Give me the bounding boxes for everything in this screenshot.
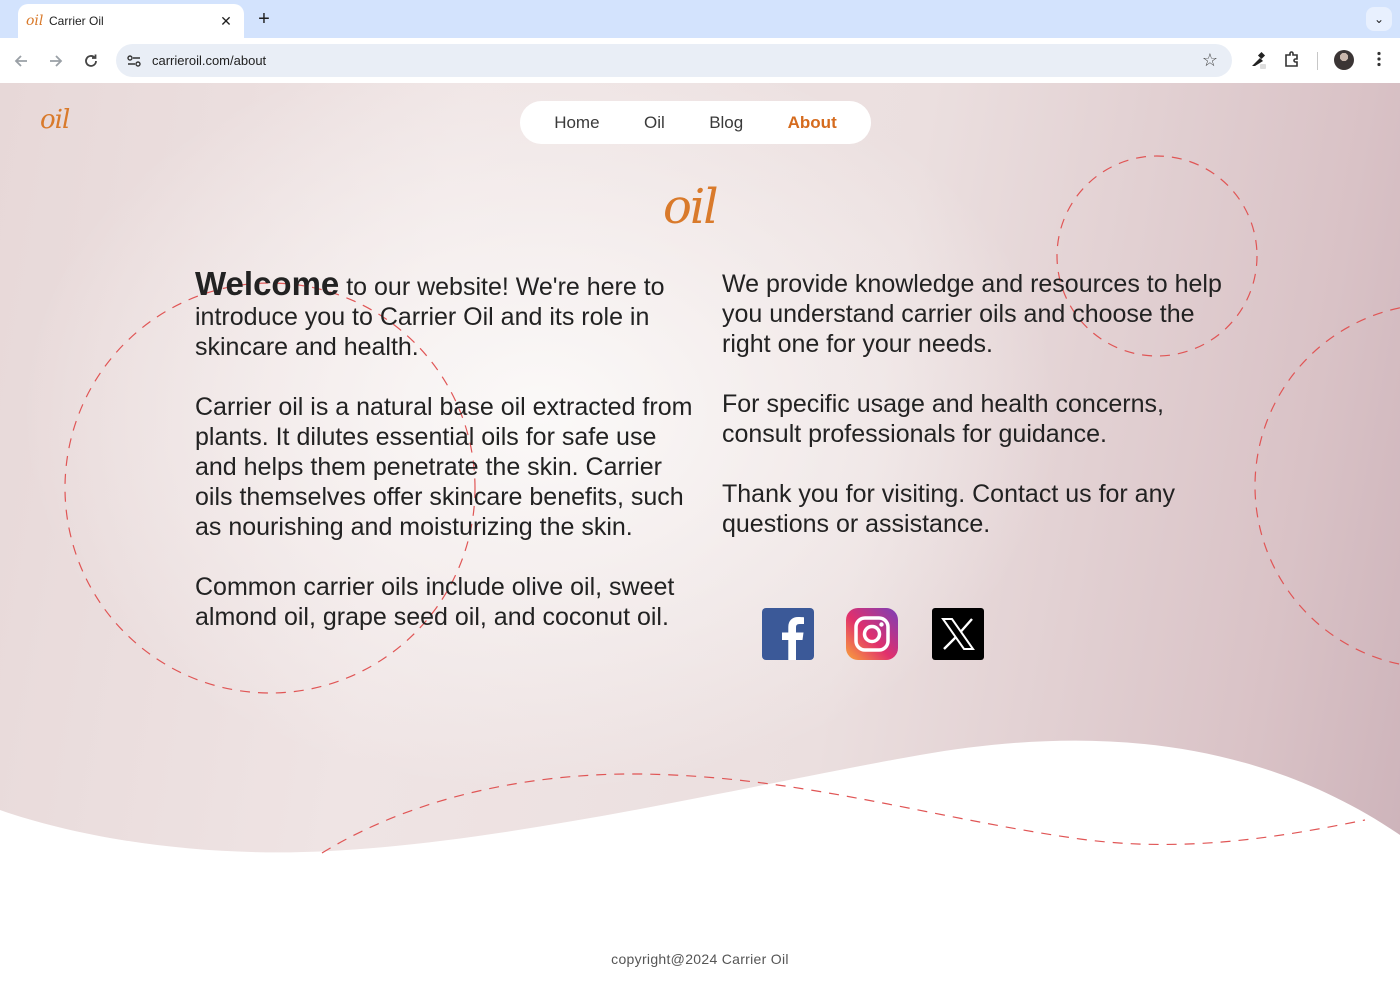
nav-blog[interactable]: Blog (709, 113, 743, 133)
site-info-icon[interactable] (122, 49, 146, 73)
url-text[interactable]: carrieroil.com/about (152, 53, 266, 68)
common-oils-paragraph: Common carrier oils include olive oil, s… (195, 573, 675, 631)
facebook-icon[interactable] (762, 608, 814, 660)
profile-avatar[interactable] (1334, 50, 1354, 70)
carrier-oil-definition: Carrier oil is a natural base oil extrac… (195, 393, 693, 541)
paint-extension-icon[interactable] (1248, 50, 1268, 75)
thanks-paragraph: Thank you for visiting. Contact us for a… (722, 480, 1175, 538)
extensions-puzzle-icon[interactable] (1283, 50, 1301, 73)
tab-search-chevron-icon[interactable]: ⌄ (1366, 7, 1392, 31)
intro-paragraph: Welcome to our website! We're here to in… (195, 267, 700, 362)
nav-home[interactable]: Home (554, 113, 599, 133)
bookmark-star-icon[interactable]: ☆ (1202, 50, 1218, 71)
footer-copyright: copyright@2024 Carrier Oil (611, 951, 789, 967)
address-bar[interactable]: carrieroil.com/about ☆ (116, 44, 1232, 77)
browser-tabbar: oil Carrier Oil ✕ + ⌄ (0, 0, 1400, 38)
new-tab-icon[interactable]: + (254, 8, 274, 30)
consult-paragraph: For specific usage and health concerns, … (722, 390, 1164, 448)
site-logo-small[interactable]: oil (40, 105, 70, 135)
forward-arrow-icon[interactable] (45, 50, 67, 72)
toolbar-separator (1317, 52, 1318, 70)
close-tab-icon[interactable]: ✕ (218, 13, 234, 30)
welcome-heading: Welcome (195, 265, 340, 302)
about-right-column: We provide knowledge and resources to he… (722, 269, 1242, 569)
resources-paragraph: We provide knowledge and resources to he… (722, 270, 1222, 358)
browser-toolbar: carrieroil.com/about ☆ (0, 38, 1400, 83)
tab-title: Carrier Oil (49, 14, 104, 28)
reload-icon[interactable] (80, 50, 102, 72)
site-logo-large: oil (663, 179, 719, 235)
nav-about[interactable]: About (788, 113, 837, 133)
tab-favicon: oil (26, 13, 44, 29)
instagram-icon[interactable] (846, 608, 898, 660)
main-nav: Home Oil Blog About (520, 101, 871, 144)
x-icon[interactable] (932, 608, 984, 660)
page-content: oil Home Oil Blog About oil Welcome to o… (0, 83, 1400, 986)
browser-tab[interactable]: oil Carrier Oil ✕ (18, 4, 244, 38)
about-left-column: Welcome to our website! We're here to in… (195, 267, 700, 662)
more-menu-icon[interactable] (1370, 50, 1388, 73)
nav-oil[interactable]: Oil (644, 113, 665, 133)
back-arrow-icon[interactable] (10, 50, 32, 72)
